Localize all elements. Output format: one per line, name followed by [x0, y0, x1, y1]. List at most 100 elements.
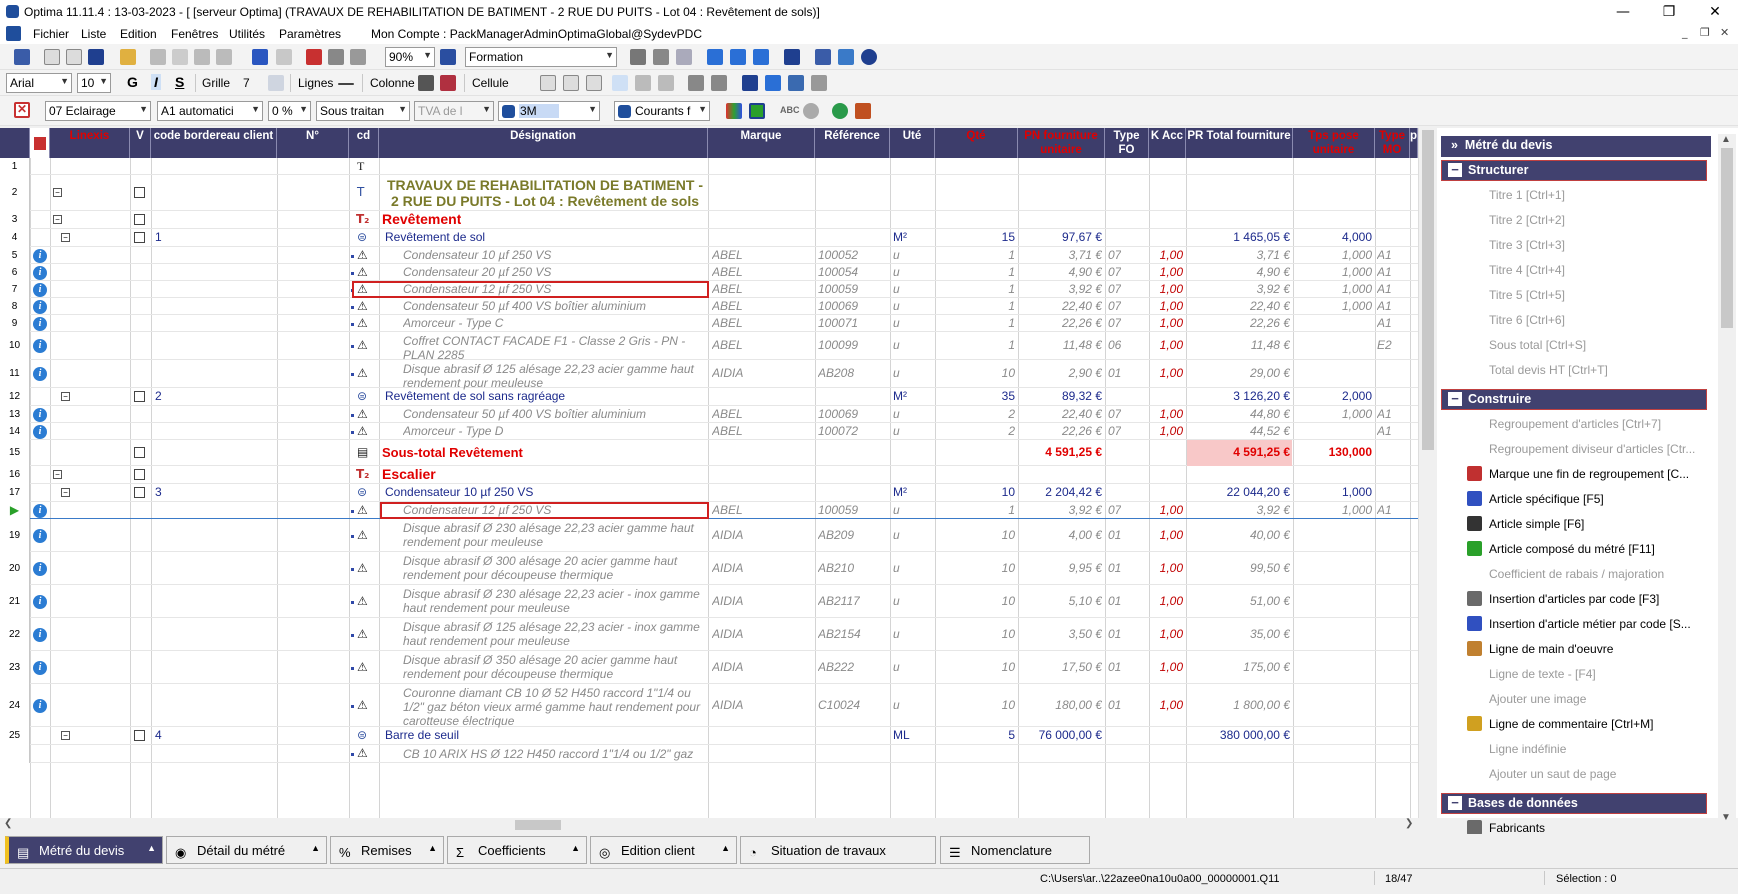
table-row[interactable]: 23 i ⚠ Disque abrasif Ø 350 alésage 20 acie…	[0, 651, 1418, 684]
move-down-icon[interactable]	[730, 49, 746, 65]
row-number[interactable]: 1	[0, 158, 30, 175]
table-row[interactable]: 19 i ⚠ Disque abrasif Ø 230 alésage 22,23 a…	[0, 519, 1418, 552]
maximize-button[interactable]: ❐	[1646, 0, 1692, 24]
row-number[interactable]: 9	[0, 315, 30, 332]
copy-icon[interactable]	[172, 49, 188, 65]
row-checkbox[interactable]	[134, 447, 145, 458]
panel-action-item[interactable]: Sous total [Ctrl+S]	[1489, 338, 1586, 352]
menu-fenetres[interactable]: Fenêtres	[171, 27, 218, 41]
cell-border-icon[interactable]	[540, 75, 556, 91]
new-icon[interactable]	[44, 49, 60, 65]
tab-menu-icon[interactable]: ▲	[311, 843, 320, 853]
windows-icon[interactable]	[815, 49, 831, 65]
column-color-icon[interactable]	[440, 75, 456, 91]
row-number[interactable]: 21	[0, 585, 30, 618]
table-row[interactable]: 2 T − TRAVAUX DE REHABILITATION DE BATIMENT…	[0, 175, 1418, 211]
open-folder-icon[interactable]	[120, 49, 136, 65]
panel-action-item[interactable]: Regroupement d'articles [Ctrl+7]	[1489, 417, 1661, 431]
table-row[interactable]: 10 i ⚠ Coffret CONTACT FACADE F1 - Classe 2…	[0, 332, 1418, 362]
col-header-options[interactable]	[30, 128, 50, 158]
table-row[interactable]: 4 ⊜ − 1 Revêtement de sol M² 15 97,67 € 1 465,05…	[0, 229, 1418, 247]
settings-icon[interactable]	[803, 103, 819, 119]
col-header-num[interactable]: N°	[277, 128, 349, 158]
collapse-toggle[interactable]: −	[61, 233, 70, 242]
move-top-icon[interactable]	[707, 49, 723, 65]
paste-icon[interactable]	[194, 49, 210, 65]
grid-vertical-scrollbar[interactable]	[1418, 128, 1436, 818]
panel-action-item[interactable]: Fabricants	[1489, 821, 1545, 835]
align-center-icon[interactable]	[635, 75, 651, 91]
info-icon[interactable]: i	[33, 339, 47, 353]
bold-button[interactable]: G	[127, 74, 138, 90]
panel-scrollbar[interactable]: ▲ ▼	[1718, 134, 1736, 824]
panel-action-item[interactable]: Ajouter un saut de page	[1489, 767, 1616, 781]
copy-doc-icon[interactable]	[66, 49, 82, 65]
info-icon[interactable]: i	[33, 594, 47, 609]
grid-icon[interactable]	[653, 49, 669, 65]
info-icon[interactable]: i	[33, 561, 47, 576]
align-left-icon[interactable]	[612, 75, 628, 91]
tab-menu-icon[interactable]: ▲	[147, 843, 156, 853]
row-number[interactable]: 25	[0, 727, 30, 745]
zoom-select[interactable]: 90% ▼	[385, 47, 435, 67]
col-header-tps-pose[interactable]: Tps pose unitaire	[1293, 128, 1375, 158]
cut-icon[interactable]	[150, 49, 166, 65]
info-icon[interactable]: i	[33, 528, 47, 543]
sync-icon[interactable]	[832, 103, 848, 119]
tab-menu-icon[interactable]: ▲	[721, 843, 730, 853]
col-header-reference[interactable]: Référence	[815, 128, 890, 158]
format-painter-icon[interactable]	[811, 75, 827, 91]
row-number[interactable]: 2	[0, 175, 30, 211]
row-number[interactable]: 24	[0, 684, 30, 727]
underline-button[interactable]: S	[175, 74, 184, 90]
info-icon[interactable]: i	[33, 367, 47, 381]
font-size-select[interactable]: 10 ▼	[77, 73, 111, 93]
panel-action-item[interactable]: Titre 1 [Ctrl+1]	[1489, 188, 1565, 202]
font-select[interactable]: Arial ▼	[6, 73, 72, 93]
menu-edition[interactable]: Edition	[120, 27, 157, 41]
row-number[interactable]: 6	[0, 264, 30, 281]
line-style-icon[interactable]	[338, 83, 354, 85]
row-number[interactable]: 10	[0, 332, 30, 360]
table-row[interactable]: 15 ▤ Sous-total Revêtement 4 591,25 € 4 591,…	[0, 440, 1418, 466]
spellcheck-icon[interactable]: ABC	[780, 105, 800, 115]
col-header-linexis[interactable]: Linexis	[50, 128, 130, 158]
panel-action-item[interactable]: Insertion d'article métier par code [S..…	[1489, 617, 1691, 631]
tab-remises[interactable]: % Remises ▲	[330, 836, 444, 864]
lot-select[interactable]: 07 Eclairage ▼	[45, 101, 151, 121]
row-number[interactable]: 3	[0, 211, 30, 229]
tab-menu-icon[interactable]: ▲	[571, 843, 580, 853]
info-icon[interactable]: i	[33, 503, 47, 518]
collapse-toggle[interactable]: −	[61, 488, 70, 497]
undo-icon[interactable]	[252, 49, 268, 65]
panel-action-item[interactable]: Titre 3 [Ctrl+3]	[1489, 238, 1565, 252]
col-header-pr-total[interactable]: PR Total fourniture	[1186, 128, 1293, 158]
info-icon[interactable]: i	[33, 282, 47, 297]
col-header-designation[interactable]: Désignation	[379, 128, 708, 158]
pdf-icon[interactable]	[306, 49, 322, 65]
panel-action-item[interactable]: Article composé du métré [F11]	[1489, 542, 1655, 556]
info-icon[interactable]: i	[33, 265, 47, 280]
col-header-type-fo[interactable]: Type FO	[1105, 128, 1149, 158]
mdi-close-button[interactable]: ✕	[1720, 26, 1729, 39]
row-number[interactable]: 14	[0, 423, 30, 440]
collapse-toggle[interactable]: −	[61, 392, 70, 401]
metre-grid[interactable]: Linexis V code bordereau client N° cd Dé…	[0, 128, 1418, 818]
table-row[interactable]: 13 i ⚠ Condensateur 50 µf 400 VS boîtier al…	[0, 406, 1418, 423]
table-row[interactable]: 7 i ⚠ Condensateur 12 µf 250 VS ABEL 100059 u 1…	[0, 281, 1418, 298]
col-header-pn-fourniture[interactable]: PN fourniture unitaire	[1018, 128, 1105, 158]
italic-button[interactable]: I	[151, 74, 161, 90]
panel-header[interactable]: » Métré du devis	[1441, 136, 1711, 157]
panel-action-item[interactable]: Regroupement diviseur d'articles [Ctr...	[1489, 442, 1695, 456]
panel-section-construire[interactable]: − Construire	[1441, 389, 1707, 410]
table-row[interactable]: ▶ i ⚠ Condensateur 12 µf 250 VS ABEL 100059 u 1…	[0, 502, 1418, 519]
row-number[interactable]: 16	[0, 466, 30, 484]
table-row[interactable]: 1T	[0, 158, 1418, 175]
grid-lines-icon[interactable]	[268, 75, 284, 91]
row-checkbox[interactable]	[134, 214, 145, 225]
redo-icon[interactable]	[276, 49, 292, 65]
row-number[interactable]: 7	[0, 281, 30, 298]
row-number[interactable]: 13	[0, 406, 30, 423]
table-row[interactable]: 11 i ⚠ Disque abrasif Ø 125 alésage 22,23 a…	[0, 360, 1418, 390]
table-row[interactable]: 21 i ⚠ Disque abrasif Ø 230 alésage 22,23 a…	[0, 585, 1418, 618]
